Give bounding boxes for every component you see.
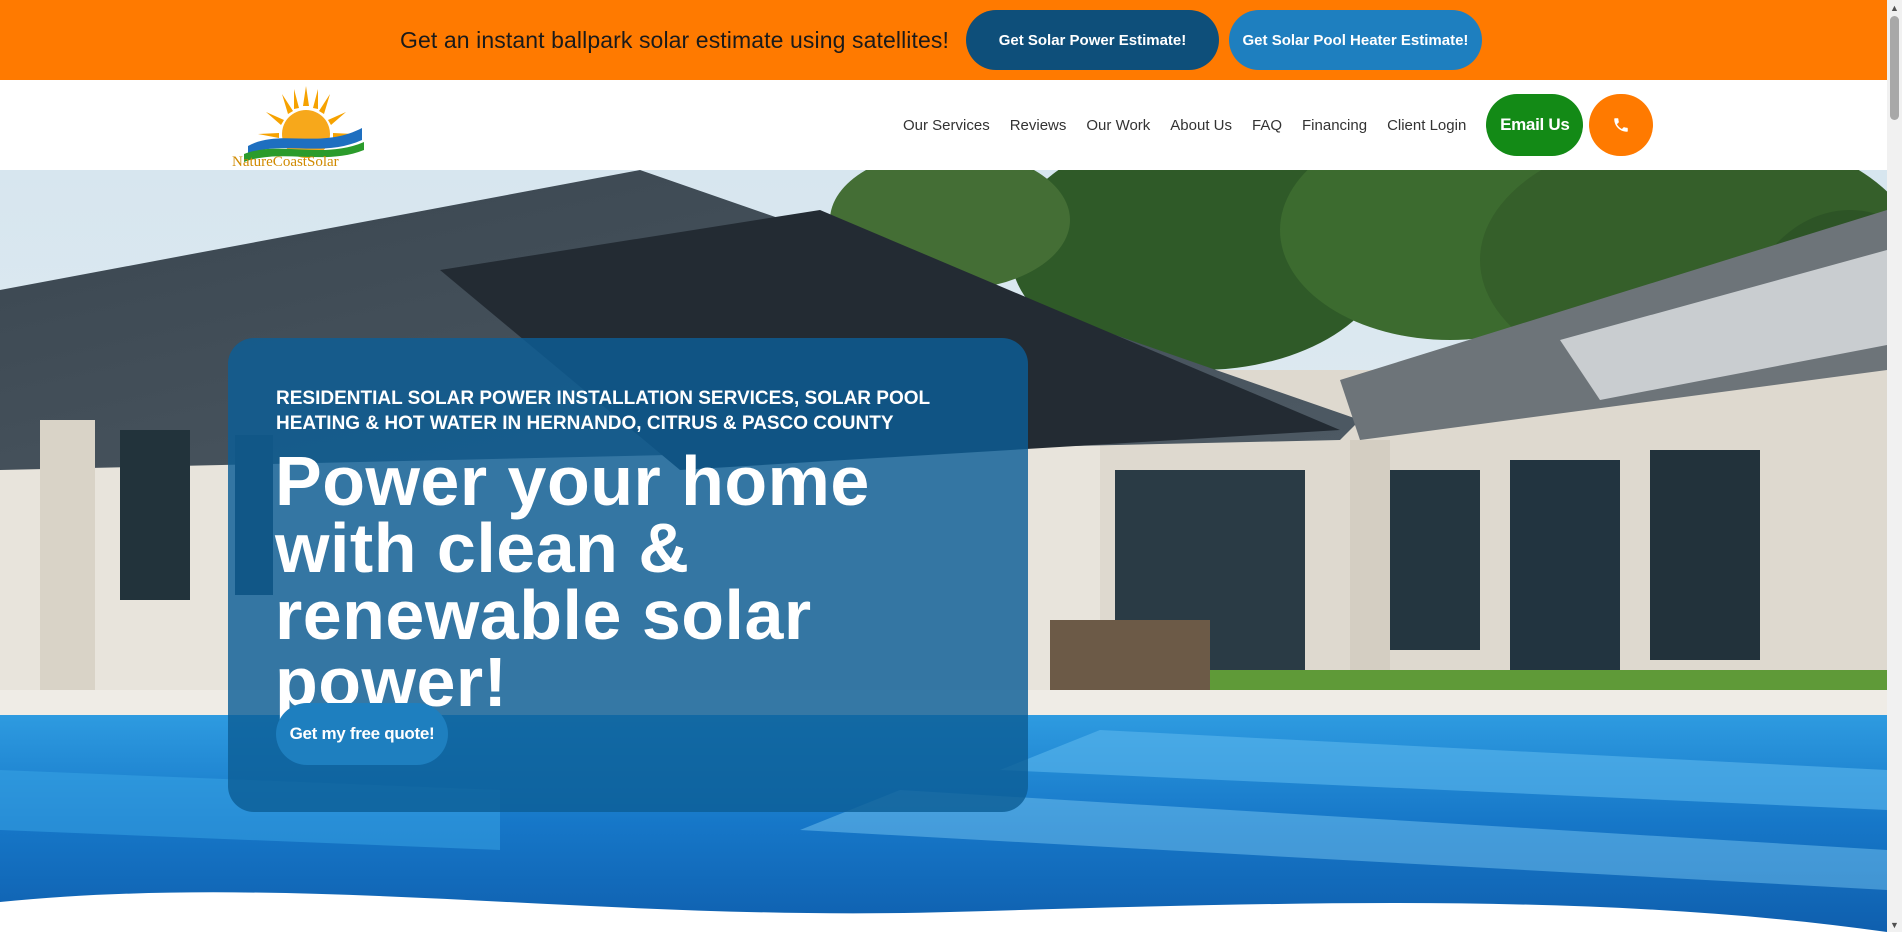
sun-wave-logo-icon: NatureCoastSolar bbox=[232, 86, 364, 170]
site-logo[interactable]: NatureCoastSolar bbox=[230, 84, 382, 170]
nav-faq[interactable]: FAQ bbox=[1252, 117, 1282, 134]
nav-financing[interactable]: Financing bbox=[1302, 117, 1367, 134]
scroll-thumb[interactable] bbox=[1890, 16, 1899, 120]
hero-card: RESIDENTIAL SOLAR POWER INSTALLATION SER… bbox=[228, 338, 1028, 812]
wave-divider bbox=[0, 892, 1887, 932]
promo-text: Get an instant ballpark solar estimate u… bbox=[400, 26, 949, 53]
site-header: NatureCoastSolar Our Services Reviews Ou… bbox=[0, 80, 1887, 170]
nav-our-work[interactable]: Our Work bbox=[1086, 117, 1150, 134]
free-quote-button[interactable]: Get my free quote! bbox=[276, 703, 448, 765]
solar-power-estimate-button[interactable]: Get Solar Power Estimate! bbox=[965, 10, 1219, 70]
email-us-button[interactable]: Email Us bbox=[1486, 94, 1584, 156]
scroll-down-arrow-icon[interactable]: ▼ bbox=[1887, 917, 1902, 932]
phone-button[interactable] bbox=[1589, 94, 1654, 156]
hero-eyebrow: RESIDENTIAL SOLAR POWER INSTALLATION SER… bbox=[276, 388, 930, 434]
hero-headline: Power your home with clean & renewable s… bbox=[275, 442, 870, 721]
nav-about-us[interactable]: About Us bbox=[1170, 117, 1232, 134]
scroll-up-arrow-icon[interactable]: ▲ bbox=[1887, 0, 1902, 15]
nav-our-services[interactable]: Our Services bbox=[903, 117, 990, 134]
phone-icon bbox=[1614, 118, 1629, 132]
nav-reviews[interactable]: Reviews bbox=[1010, 117, 1067, 134]
page-scrollbar[interactable]: ▲ ▼ bbox=[1887, 0, 1902, 932]
svg-text:NatureCoastSolar: NatureCoastSolar bbox=[232, 154, 339, 168]
nav-client-login[interactable]: Client Login bbox=[1387, 117, 1466, 134]
main-nav: Our Services Reviews Our Work About Us F… bbox=[903, 80, 1654, 170]
hero-section: RESIDENTIAL SOLAR POWER INSTALLATION SER… bbox=[0, 170, 1887, 932]
solar-pool-heater-estimate-button[interactable]: Get Solar Pool Heater Estimate! bbox=[1228, 10, 1482, 70]
promo-bar: Get an instant ballpark solar estimate u… bbox=[0, 0, 1887, 80]
